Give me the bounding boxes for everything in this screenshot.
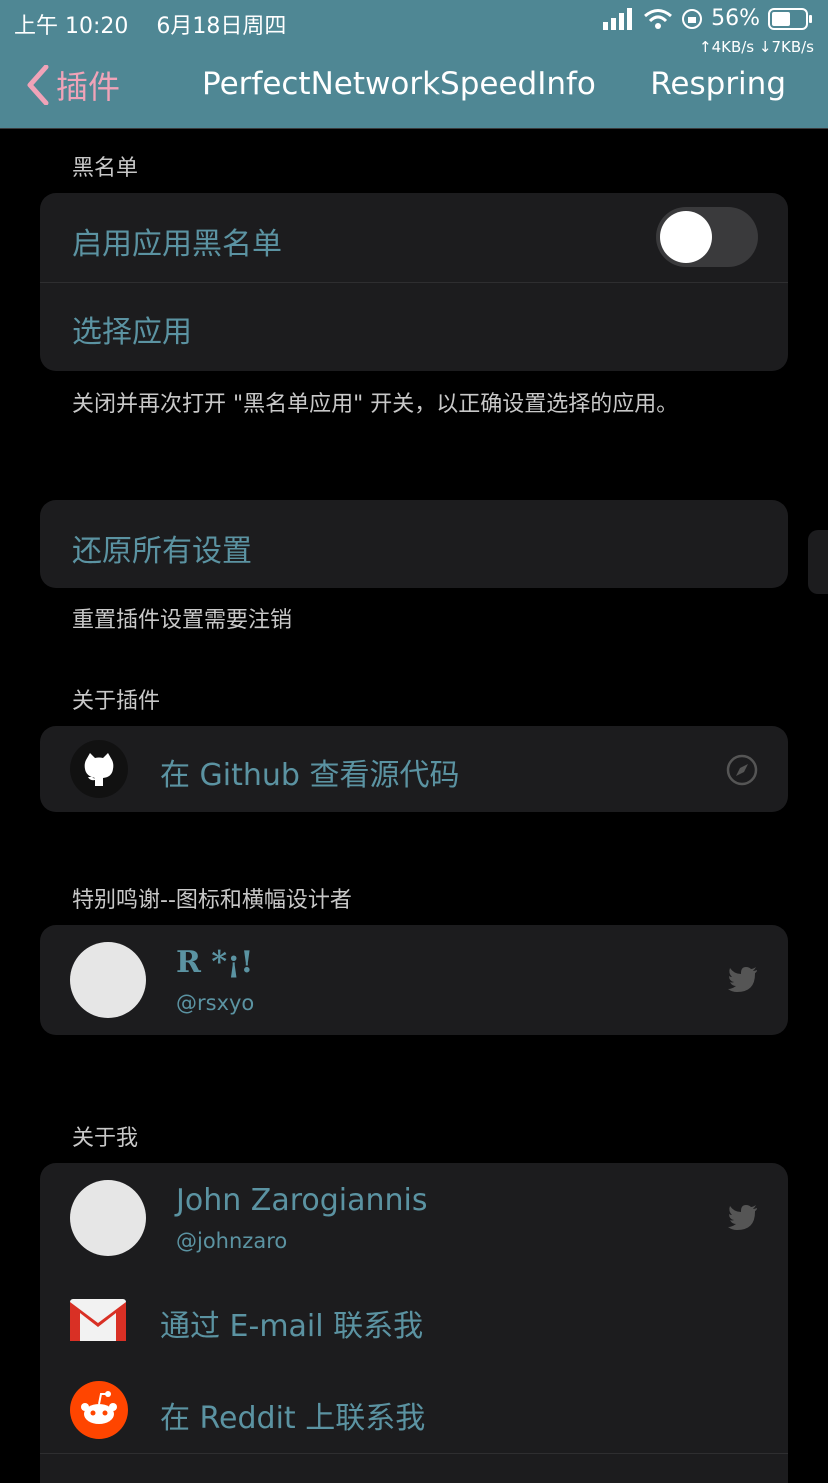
email-row[interactable]: 通过 E-mail 联系我 xyxy=(40,1275,788,1365)
signal-icon xyxy=(603,7,633,30)
orientation-lock-icon xyxy=(682,8,703,29)
github-label: 在 Github 查看源代码 xyxy=(160,758,460,793)
enable-blacklist-toggle[interactable] xyxy=(656,207,758,267)
back-label: 插件 xyxy=(56,68,121,106)
about-plugin-card: 在 Github 查看源代码 xyxy=(40,726,788,812)
author-row[interactable]: John Zarogiannis @johnzaro xyxy=(40,1163,788,1273)
reddit-label: 在 Reddit 上联系我 xyxy=(160,1401,426,1436)
select-apps-label: 选择应用 xyxy=(72,315,192,350)
reset-settings-row[interactable]: 还原所有设置 xyxy=(40,500,788,588)
twitter-icon xyxy=(728,1205,757,1230)
designer-handle: @rsxyo xyxy=(176,991,255,1015)
designer-name: R *¡! xyxy=(176,945,254,980)
reset-settings-label: 还原所有设置 xyxy=(72,534,252,569)
about-me-card: John Zarogiannis @johnzaro 通过 E-mail 联系我… xyxy=(40,1163,788,1483)
blacklist-footer: 关闭并再次打开 "黑名单应用" 开关，以正确设置选择的应用。 xyxy=(72,392,679,417)
thanks-card: R *¡! @rsxyo xyxy=(40,925,788,1035)
side-handle[interactable] xyxy=(808,530,828,594)
email-label: 通过 E-mail 联系我 xyxy=(160,1309,424,1344)
about-plugin-header: 关于插件 xyxy=(72,689,161,714)
author-name: John Zarogiannis xyxy=(176,1183,428,1218)
page-title: PerfectNetworkSpeedInfo xyxy=(202,66,596,102)
reddit-icon xyxy=(70,1381,128,1439)
divider xyxy=(40,1453,788,1454)
compass-icon xyxy=(726,754,758,786)
status-icons: 56% xyxy=(603,6,814,31)
enable-blacklist-row: 启用应用黑名单 xyxy=(40,193,788,282)
status-time-date: 上午 10:20 6月18日周四 xyxy=(14,8,286,40)
respring-button[interactable]: Respring xyxy=(650,66,786,102)
status-date: 6月18日周四 xyxy=(156,14,287,39)
toggle-knob xyxy=(660,211,712,263)
enable-blacklist-label: 启用应用黑名单 xyxy=(72,227,282,262)
wifi-icon xyxy=(644,8,673,29)
battery-percent: 56% xyxy=(711,6,760,31)
thanks-header: 特别鸣谢--图标和横幅设计者 xyxy=(72,888,352,913)
battery-icon xyxy=(768,7,812,30)
author-handle: @johnzaro xyxy=(176,1229,288,1253)
github-row[interactable]: 在 Github 查看源代码 xyxy=(40,726,788,812)
reset-footer: 重置插件设置需要注销 xyxy=(72,608,293,633)
designer-row[interactable]: R *¡! @rsxyo xyxy=(40,925,788,1035)
select-apps-row[interactable]: 选择应用 xyxy=(40,283,788,371)
gmail-icon xyxy=(70,1299,126,1341)
navigation-bar: 上午 10:20 6月18日周四 56% ↑4KB/s ↓7KB/s 插件 Pe… xyxy=(0,0,828,129)
reset-card: 还原所有设置 xyxy=(40,500,788,588)
twitter-icon xyxy=(728,967,757,992)
reddit-row[interactable]: 在 Reddit 上联系我 xyxy=(40,1365,788,1455)
status-time: 上午 10:20 xyxy=(14,14,129,39)
blacklist-card: 启用应用黑名单 选择应用 xyxy=(40,193,788,371)
avatar xyxy=(70,942,146,1018)
network-speed: ↑4KB/s ↓7KB/s xyxy=(699,38,814,56)
chevron-left-icon xyxy=(27,65,49,105)
about-me-header: 关于我 xyxy=(72,1126,139,1151)
github-icon xyxy=(70,740,128,798)
back-button[interactable]: 插件 xyxy=(26,62,120,108)
avatar xyxy=(70,1180,146,1256)
blacklist-header: 黑名单 xyxy=(72,156,139,181)
